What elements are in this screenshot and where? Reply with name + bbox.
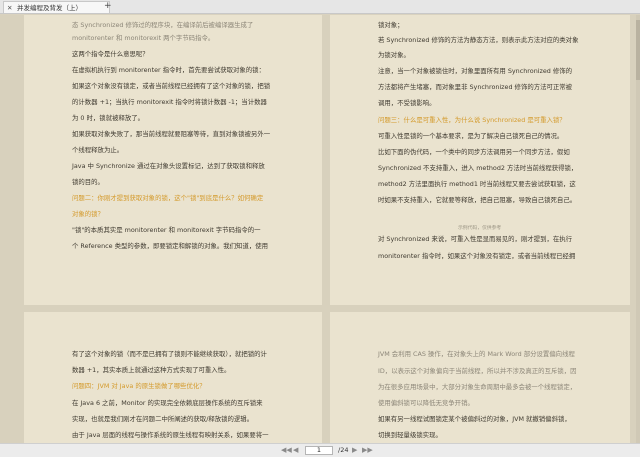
question-heading: 问题四：JVM 对 Java 的原生锁做了哪些优化？ — [72, 382, 206, 390]
page-bottom-left: 有了这个对象的锁（而不是已拥有了锁则不能继续获取），就把锁的计 数器 +1，其实本… — [24, 312, 322, 443]
first-page-icon[interactable]: ◀◀ — [281, 446, 292, 455]
page-number-input[interactable]: 1 — [305, 446, 333, 455]
text-line: 对 Synchronized 来说，可重入性是显而易见的，刚才提到，在执行 — [378, 235, 573, 243]
page-bottom-right: JVM 会利用 CAS 操作，在对象头上的 Mark Word 部分设置偏向线程… — [330, 312, 630, 443]
text-line: 如果这个对象没有锁定，或者当前线程已经拥有了这个对象的锁，把锁 — [72, 82, 271, 90]
text-line: 可重入性是锁的一个基本要求，是为了解决自己锁死自己的情况。 — [378, 132, 564, 140]
text-line: 比如下面的伪代码，一个类中的同步方法调用另一个同步方法，假如 — [378, 148, 570, 156]
question-heading: 问题三：什么是可重入性，为什么说 Synchronized 是可重入锁？ — [378, 116, 566, 124]
prev-page-icon[interactable]: ◀ — [293, 446, 298, 455]
text-line: 调用，不受锁影响。 — [378, 99, 436, 107]
text-line: monitorenter 和 monitorexit 两个字节码指令。 — [72, 34, 215, 42]
close-icon[interactable]: ✕ — [7, 2, 12, 13]
pagination-bar: ◀◀ ◀ 1 /24 ▶ ▶▶ — [0, 443, 640, 457]
text-line: 若 Synchronized 修饰的方法为静态方法，则表示此方法对应的类对象 — [378, 36, 579, 44]
text-line: 为锁对象。 — [378, 51, 410, 59]
page-top-right: 锁对象； 若 Synchronized 修饰的方法为静态方法，则表示此方法对应的类… — [330, 15, 630, 305]
last-page-icon[interactable]: ▶▶ — [362, 446, 373, 455]
text-line: 实现，也就是我们刚才在问题二中所阐述的获取/释放锁的逻辑。 — [72, 415, 254, 423]
text-line: 有了这个对象的锁（而不是已拥有了锁则不能继续获取），就把锁的计 — [72, 350, 267, 358]
text-line: 这两个指令是什么意思呢？ — [72, 50, 149, 58]
text-line: Java 中 Synchronize 通过在对象头设置标记，达到了获取锁和释放 — [72, 162, 265, 170]
question-heading: 对象的锁？ — [72, 210, 104, 218]
question-heading: 问题二：你刚才提到获取对象的锁，这个"锁"到底是什么？如何确定 — [72, 194, 264, 202]
text-line: 如果获取对象失败了，那当前线程就要阻塞等待，直到对象锁被另外一 — [72, 130, 271, 138]
tab-title: 并发编程及背发（上） — [17, 4, 82, 12]
text-line: Synchronized 不支持重入，进入 method2 方法时当前线程获得锁… — [378, 164, 578, 172]
total-pages: /24 — [338, 446, 349, 454]
text-line: 如果有另一线程试图锁定某个被偏斜过的对象，JVM 就撤销偏斜锁， — [378, 415, 571, 423]
next-page-icon[interactable]: ▶ — [352, 446, 357, 455]
tab-bar: ✕ 并发编程及背发（上） + — [0, 0, 640, 14]
text-line: 方法都将产生堵塞，而对象里非 Synchronized 修饰的方法可正常被 — [378, 83, 573, 91]
add-tab-icon[interactable]: + — [104, 2, 112, 11]
text-line: 为在很多应用场景中，大部分对象生命周期中最多会被一个线程锁定， — [378, 383, 577, 391]
document-viewer[interactable]: 态 Synchronized 修饰过的程序块，在编译前后被编译器生成了 monit… — [0, 15, 640, 443]
text-line: 切换到轻量级锁实现。 — [378, 431, 442, 439]
text-line: ID，以表示这个对象偏向于当前线程，所以并不涉及真正的互斥锁，因 — [378, 367, 577, 375]
text-line: 的计数器 +1；当执行 monitorexit 指令时将锁计数器 -1；当计数器 — [72, 98, 267, 106]
text-line: 为 0 时，锁就被释放了。 — [72, 114, 145, 122]
text-line: "锁"的本质其实是 monitorenter 和 monitorexit 字节码… — [72, 226, 261, 234]
text-line: monitorenter 指令时，如果这个对象没有锁定，或者当前线程已经拥 — [378, 252, 576, 260]
text-line: 数器 +1，其实本质上就通过这种方式实现了可重入性。 — [72, 366, 231, 374]
text-line: 在虚拟机执行到 monitorenter 指令时，首先要尝试获取对象的锁： — [72, 66, 265, 74]
text-line: 注意，当一个对象被锁住时，对象里面所有用 Synchronized 修饰的 — [378, 67, 573, 75]
document-tab[interactable]: ✕ 并发编程及背发（上） — [3, 1, 110, 13]
text-line: 锁对象； — [378, 21, 404, 29]
scrollbar-thumb[interactable] — [636, 20, 640, 80]
text-line: method2 方法里面执行 method1 时当前线程又要去尝试获取锁，这 — [378, 180, 576, 188]
text-line: 使用偏斜锁可以降低无竞争开销。 — [378, 399, 474, 407]
text-line: 时如果不支持重入，它就要等释放，把自己阻塞，导致自己锁死自己。 — [378, 196, 577, 204]
text-line: 个 Reference 类型的参数，即要锁定和解锁的对象。我们知道，使用 — [72, 242, 269, 250]
page-top-left: 态 Synchronized 修饰过的程序块，在编译前后被编译器生成了 monit… — [24, 15, 322, 305]
text-line: 由于 Java 层面的线程与操作系统的原生线程有映射关系，如果要将一 — [72, 431, 269, 439]
text-line: 锁的目的。 — [72, 178, 104, 186]
text-line: 个线程释放为止。 — [72, 146, 124, 154]
text-line: 态 Synchronized 修饰过的程序块，在编译前后被编译器生成了 — [72, 21, 254, 29]
text-line: JVM 会利用 CAS 操作，在对象头上的 Mark Word 部分设置偏向线程 — [378, 350, 575, 358]
text-line: 示例代码，仅供参考 — [458, 226, 502, 231]
text-line: 在 Java 6 之前，Monitor 的实现完全依赖底层操作系统的互斥锁来 — [72, 399, 263, 407]
